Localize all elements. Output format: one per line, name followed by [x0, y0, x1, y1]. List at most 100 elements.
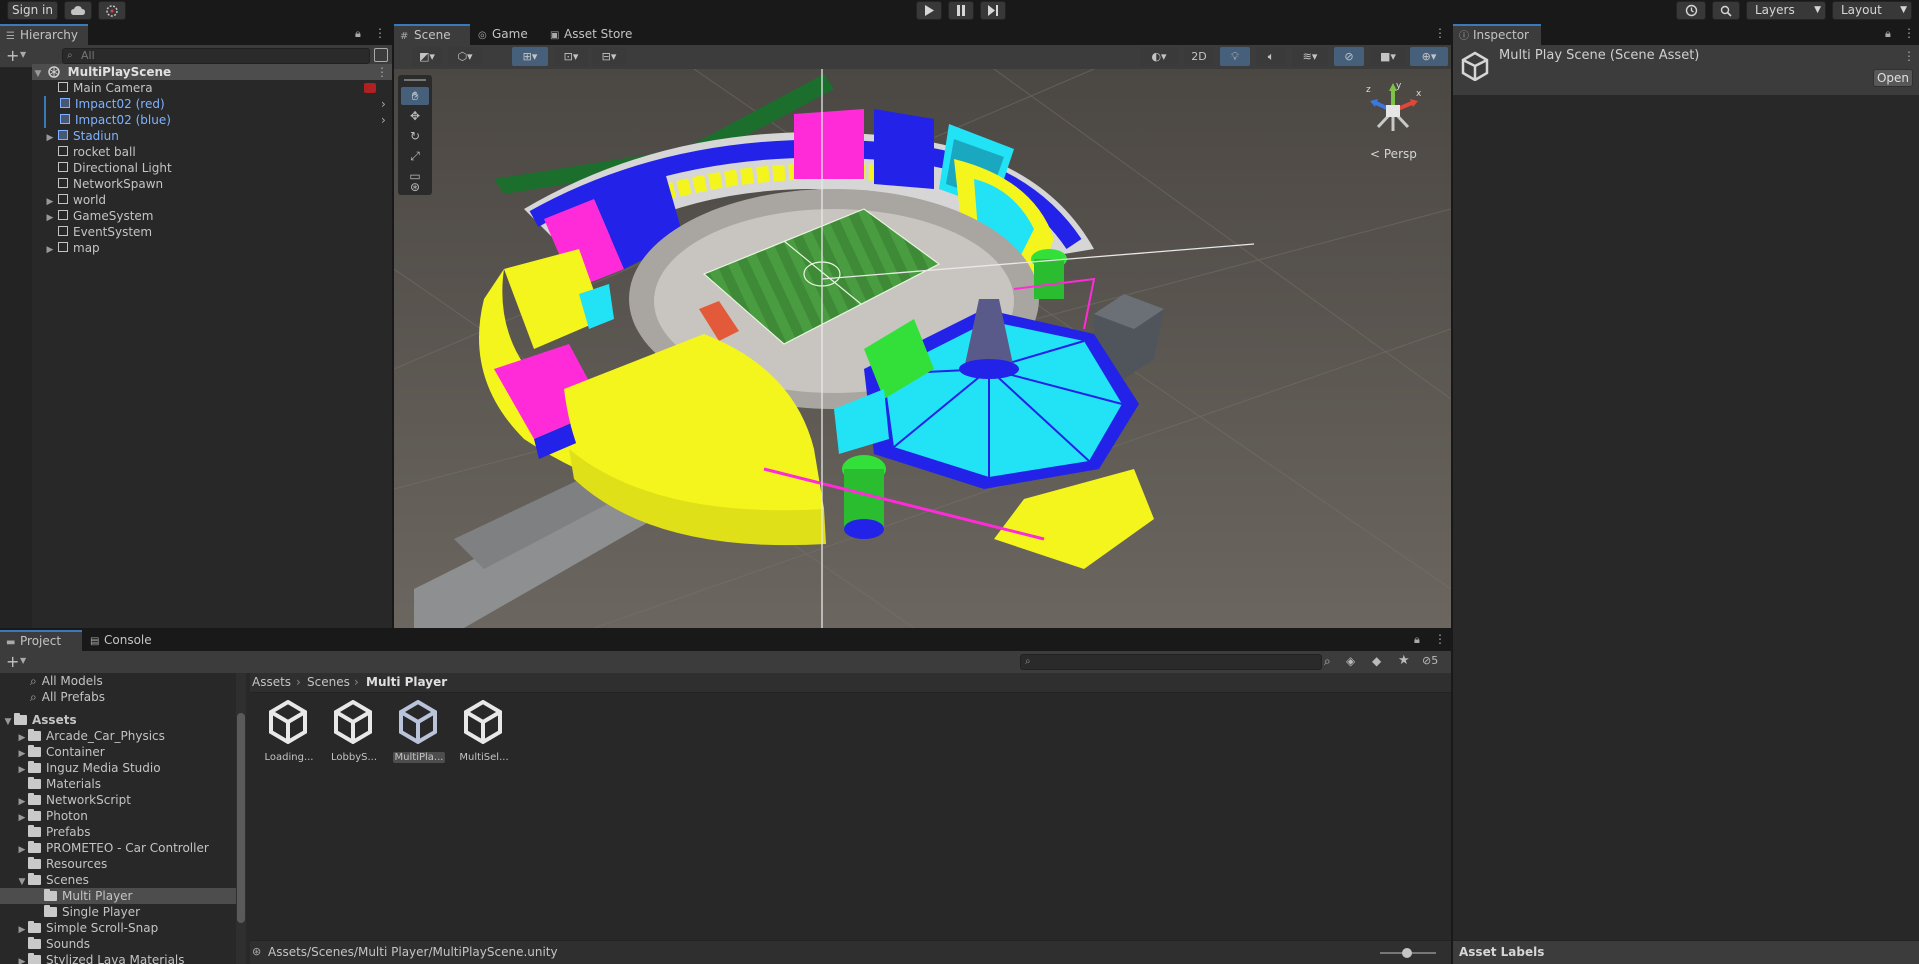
gizmos-icon[interactable]: ⊕▾ [1410, 47, 1448, 66]
hierarchy-item[interactable]: EventSystem [44, 224, 392, 240]
filter-icon[interactable] [374, 48, 388, 62]
hierarchy-search-input[interactable]: ⌕ All [62, 48, 370, 64]
pause-button[interactable] [948, 1, 974, 20]
hierarchy-item[interactable]: Main Camera [44, 80, 392, 96]
layers-dropdown[interactable]: Layers ▼ [1746, 1, 1826, 20]
more-options-icon[interactable]: ⋮ [1903, 26, 1915, 40]
snap-grid-icon[interactable]: ⊞▾ [512, 47, 548, 66]
transform-tool-icon[interactable]: ⊛ [401, 179, 429, 195]
filter-type-icon[interactable]: ◈ [1346, 654, 1355, 668]
perspective-label[interactable]: < Persp [1370, 147, 1417, 161]
slider-thumb[interactable] [1402, 948, 1412, 958]
lighting-icon[interactable]: 💡︎ [1220, 47, 1250, 66]
cloud-icon[interactable] [64, 1, 92, 20]
effects-icon[interactable]: ≋▾ [1292, 47, 1328, 66]
scale-tool-icon[interactable]: ⤢ [401, 147, 429, 165]
history-icon[interactable] [1676, 1, 1706, 20]
folder-item[interactable]: ▶ Arcade_Car_Physics [16, 728, 165, 744]
star-icon[interactable]: ★ [1398, 653, 1410, 668]
increment-snap-icon[interactable]: ⊟▾ [592, 47, 626, 66]
hierarchy-item[interactable]: ▶ world [44, 192, 392, 208]
hierarchy-item[interactable]: Directional Light [44, 160, 392, 176]
tab-console[interactable]: ▤ Console [84, 630, 164, 651]
tab-scene[interactable]: # Scene [394, 24, 470, 45]
open-button[interactable]: Open [1873, 69, 1913, 87]
more-options-icon[interactable]: ⋮ [1903, 49, 1915, 63]
folder-item[interactable]: ▶ NetworkScript [16, 792, 131, 808]
more-options-icon[interactable]: ⋮ [376, 64, 388, 80]
scene-viewport[interactable]: ✋︎ ✥ ↻ ⤢ ▭ ⊛ z y x < Persp [394, 69, 1451, 628]
favorite-item[interactable]: ⌕ All Models [30, 673, 103, 689]
hidden-packages-toggle[interactable]: ⊘5 [1422, 654, 1438, 667]
hierarchy-item[interactable]: Impact02 (red) › [44, 96, 392, 112]
tab-hierarchy[interactable]: ☰ Hierarchy [0, 24, 88, 45]
more-options-icon[interactable]: ⋮ [1434, 632, 1446, 646]
scene-asset-selected[interactable]: MultiPla... [392, 700, 446, 776]
folder-item[interactable]: Materials [16, 776, 101, 792]
scene-root-row[interactable]: ▼ MultiPlayScene ⋮ [32, 64, 392, 80]
hidden-objects-icon[interactable]: ⊘ [1334, 47, 1364, 66]
folder-item[interactable]: ▶ Stylized Lava Materials [16, 952, 185, 964]
collab-icon[interactable] [98, 1, 126, 20]
hierarchy-item[interactable]: NetworkSpawn [44, 176, 392, 192]
folder-item[interactable]: Resources [16, 856, 107, 872]
add-icon[interactable]: + [6, 46, 19, 65]
folder-item-selected[interactable]: Multi Player [0, 888, 236, 904]
hierarchy-item[interactable]: rocket ball [44, 144, 392, 160]
favorite-item[interactable]: ⌕ All Prefabs [30, 689, 105, 705]
search-icon[interactable] [1712, 1, 1740, 20]
hierarchy-item[interactable]: ▶ GameSystem [44, 208, 392, 224]
add-icon[interactable]: + [6, 652, 19, 671]
scene-asset[interactable]: Loading... [262, 700, 316, 776]
hierarchy-item[interactable]: Impact02 (blue) › [44, 112, 392, 128]
folder-item[interactable]: Prefabs [16, 824, 91, 840]
play-button[interactable] [916, 1, 942, 20]
more-options-icon[interactable]: ⋮ [374, 26, 386, 40]
drag-handle[interactable] [404, 79, 426, 81]
search-by-type-icon[interactable]: ⌕ [1324, 654, 1331, 669]
scrollbar[interactable] [236, 673, 246, 964]
folder-item[interactable]: ▶ PROMETEO - Car Controller [16, 840, 209, 856]
step-button[interactable] [980, 1, 1006, 20]
scene-asset[interactable]: MultiSel... [457, 700, 511, 776]
move-tool-icon[interactable]: ✥ [401, 107, 429, 125]
folder-item[interactable]: ▶ Inguz Media Studio [16, 760, 161, 776]
chevron-right-icon[interactable]: › [381, 96, 386, 112]
camera-settings-icon[interactable]: ■▾ [1370, 47, 1406, 66]
folder-item[interactable]: Sounds [16, 936, 90, 952]
project-search-input[interactable]: ⌕ [1020, 654, 1322, 670]
hierarchy-item[interactable]: ▶ map [44, 240, 392, 256]
breadcrumb-item[interactable]: Assets [252, 675, 291, 689]
folder-item[interactable]: ▶ Container [16, 744, 105, 760]
toggle-2d-button[interactable]: 2D [1184, 47, 1214, 66]
chevron-down-icon[interactable]: ▼ [20, 656, 26, 665]
scene-asset[interactable]: LobbyS... [327, 700, 381, 776]
hand-tool-icon[interactable]: ✋︎ [401, 87, 429, 105]
tab-project[interactable]: ▬ Project [0, 630, 82, 651]
render-mode-icon[interactable]: ◐▾ [1140, 47, 1178, 66]
shading-mode-icon[interactable]: ⬡▾ [448, 47, 482, 66]
label-tag-icon[interactable]: ◆ [1372, 654, 1381, 668]
assets-root[interactable]: ▼ Assets [2, 712, 232, 728]
breadcrumb-item[interactable]: Scenes [307, 675, 350, 689]
audio-icon[interactable]: 🔈︎ [1256, 47, 1286, 66]
hierarchy-item[interactable]: ▶ Stadiun [44, 128, 392, 144]
collapsed-arrow-icon[interactable]: ▶ [44, 242, 56, 258]
orientation-gizmo[interactable]: z y x [1358, 81, 1428, 139]
sign-in-button[interactable]: Sign in [7, 1, 58, 20]
chevron-right-icon[interactable]: › [381, 112, 386, 128]
folder-item[interactable]: Single Player [44, 904, 140, 920]
more-options-icon[interactable]: ⋮ [1434, 26, 1446, 40]
tab-asset-store[interactable]: ▣ Asset Store [544, 24, 644, 45]
rotate-tool-icon[interactable]: ↻ [401, 127, 429, 145]
lock-icon[interactable]: 🔒︎ [1414, 633, 1420, 647]
lock-icon[interactable]: 🔒︎ [1885, 27, 1891, 41]
draw-mode-icon[interactable]: ◩▾ [412, 47, 442, 66]
layout-dropdown[interactable]: Layout ▼ [1832, 1, 1912, 20]
lock-icon[interactable]: 🔒︎ [355, 27, 361, 41]
grid-snap-icon[interactable]: ⊡▾ [554, 47, 588, 66]
tab-game[interactable]: ◎ Game [472, 24, 542, 45]
chevron-down-icon[interactable]: ▼ [20, 50, 26, 59]
scrollbar-thumb[interactable] [237, 713, 245, 923]
folder-item[interactable]: ▶ Simple Scroll-Snap [16, 920, 158, 936]
